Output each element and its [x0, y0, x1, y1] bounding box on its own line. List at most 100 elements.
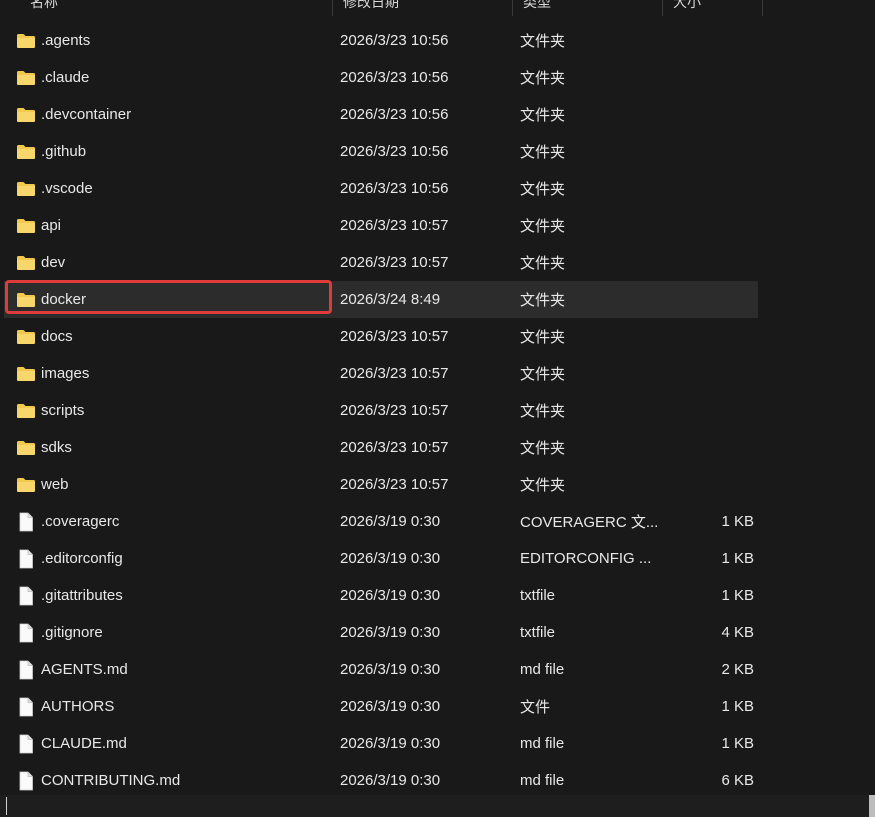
folder-row[interactable]: docker 2026/3/24 8:49 文件夹 — [4, 281, 758, 318]
row-type: 文件夹 — [520, 403, 566, 420]
row-date: 2026/3/23 10:57 — [340, 476, 449, 493]
file-icon — [16, 734, 36, 754]
row-type: 文件夹 — [520, 218, 566, 235]
folder-row[interactable]: web 2026/3/23 10:57 文件夹 — [4, 466, 758, 503]
folder-icon — [16, 327, 36, 347]
row-date: 2026/3/19 0:30 — [340, 550, 441, 567]
folder-row[interactable]: .vscode 2026/3/23 10:56 文件夹 — [4, 170, 758, 207]
row-name: .claude — [41, 69, 90, 86]
file-row[interactable]: AUTHORS 2026/3/19 0:30 文件 1 KB — [4, 688, 758, 725]
column-header-type[interactable]: 类型 — [513, 0, 663, 16]
row-type: 文件夹 — [520, 477, 566, 494]
row-date: 2026/3/19 0:30 — [340, 513, 441, 530]
file-row[interactable]: .coveragerc 2026/3/19 0:30 COVERAGERC 文...… — [4, 503, 758, 540]
horizontal-scrollbar[interactable] — [0, 795, 875, 817]
row-name-cell: .claude — [4, 68, 336, 88]
row-date: 2026/3/23 10:57 — [340, 402, 449, 419]
file-icon — [16, 771, 36, 791]
row-date: 2026/3/19 0:30 — [340, 624, 441, 641]
row-date: 2026/3/23 10:56 — [340, 106, 449, 123]
row-name: .gitignore — [41, 624, 103, 641]
row-date: 2026/3/23 10:57 — [340, 439, 449, 456]
file-explorer-pane: 名称 修改日期 类型 大小 .agents 2026/3/23 10:56 文件夹.… — [0, 0, 875, 817]
row-name: .coveragerc — [41, 513, 120, 530]
file-row[interactable]: .editorconfig 2026/3/19 0:30 EDITORCONFIG … — [4, 540, 758, 577]
file-row[interactable]: CLAUDE.md 2026/3/19 0:30 md file 1 KB — [4, 725, 758, 762]
row-name-cell: api — [4, 216, 336, 236]
folder-row[interactable]: sdks 2026/3/23 10:57 文件夹 — [4, 429, 758, 466]
file-row[interactable]: .gitattributes 2026/3/19 0:30 txtfile 1 KB — [4, 577, 758, 614]
file-row[interactable]: CONTRIBUTING.md 2026/3/19 0:30 md file 6 KB — [4, 762, 758, 799]
row-name: .vscode — [41, 180, 93, 197]
row-name: .devcontainer — [41, 106, 132, 123]
row-date: 2026/3/23 10:57 — [340, 365, 449, 382]
row-date: 2026/3/19 0:30 — [340, 661, 441, 678]
folder-row[interactable]: .devcontainer 2026/3/23 10:56 文件夹 — [4, 96, 758, 133]
row-date: 2026/3/23 10:56 — [340, 69, 449, 86]
row-name-cell: dev — [4, 253, 336, 273]
folder-icon — [16, 142, 36, 162]
row-date: 2026/3/23 10:57 — [340, 217, 449, 234]
row-name: .github — [41, 143, 87, 160]
row-name-cell: .github — [4, 142, 336, 162]
row-type: 文件夹 — [520, 33, 566, 50]
row-name-cell: .coveragerc — [4, 512, 336, 532]
folder-row[interactable]: .github 2026/3/23 10:56 文件夹 — [4, 133, 758, 170]
row-name: scripts — [41, 402, 85, 419]
file-icon — [16, 623, 36, 643]
folder-row[interactable]: api 2026/3/23 10:57 文件夹 — [4, 207, 758, 244]
column-header: 名称 修改日期 类型 大小 — [0, 0, 765, 16]
row-name-cell: docker — [4, 290, 336, 310]
row-name: api — [41, 217, 62, 234]
column-header-date[interactable]: 修改日期 — [333, 0, 513, 16]
row-name-cell: sdks — [4, 438, 336, 458]
row-date: 2026/3/19 0:30 — [340, 698, 441, 715]
row-size: 1 KB — [721, 550, 754, 567]
scrollbar-edge — [6, 797, 7, 815]
row-date: 2026/3/19 0:30 — [340, 735, 441, 752]
row-type: 文件夹 — [520, 329, 566, 346]
row-name: AUTHORS — [41, 698, 115, 715]
row-type: 文件夹 — [520, 181, 566, 198]
row-type: 文件 — [520, 699, 551, 716]
folder-icon — [16, 475, 36, 495]
folder-icon — [16, 216, 36, 236]
row-size: 6 KB — [721, 772, 754, 789]
row-name-cell: .devcontainer — [4, 105, 336, 125]
row-name-cell: .agents — [4, 31, 336, 51]
file-icon — [16, 512, 36, 532]
folder-icon — [16, 105, 36, 125]
row-date: 2026/3/23 10:57 — [340, 328, 449, 345]
column-header-size[interactable]: 大小 — [663, 0, 763, 16]
row-type: txtfile — [520, 587, 556, 604]
file-row[interactable]: AGENTS.md 2026/3/19 0:30 md file 2 KB — [4, 651, 758, 688]
vertical-scrollbar-thumb[interactable] — [869, 795, 875, 817]
file-icon — [16, 549, 36, 569]
folder-row[interactable]: dev 2026/3/23 10:57 文件夹 — [4, 244, 758, 281]
folder-row[interactable]: images 2026/3/23 10:57 文件夹 — [4, 355, 758, 392]
row-name: docs — [41, 328, 73, 345]
row-type: md file — [520, 735, 565, 752]
folder-row[interactable]: .claude 2026/3/23 10:56 文件夹 — [4, 59, 758, 96]
row-name: images — [41, 365, 90, 382]
row-name-cell: web — [4, 475, 336, 495]
column-header-name[interactable]: 名称 — [0, 0, 333, 16]
file-row[interactable]: .gitignore 2026/3/19 0:30 txtfile 4 KB — [4, 614, 758, 651]
row-date: 2026/3/23 10:56 — [340, 180, 449, 197]
row-size: 2 KB — [721, 661, 754, 678]
folder-row[interactable]: .agents 2026/3/23 10:56 文件夹 — [4, 22, 758, 59]
row-name: dev — [41, 254, 66, 271]
row-type: txtfile — [520, 624, 556, 641]
row-name: web — [41, 476, 69, 493]
row-name-cell: images — [4, 364, 336, 384]
folder-row[interactable]: scripts 2026/3/23 10:57 文件夹 — [4, 392, 758, 429]
row-type: md file — [520, 772, 565, 789]
row-name: sdks — [41, 439, 72, 456]
folder-row[interactable]: docs 2026/3/23 10:57 文件夹 — [4, 318, 758, 355]
file-list: .agents 2026/3/23 10:56 文件夹 .claude 2026/3/2… — [4, 22, 758, 799]
row-date: 2026/3/24 8:49 — [340, 291, 441, 308]
row-type: 文件夹 — [520, 440, 566, 457]
row-name-cell: .gitattributes — [4, 586, 336, 606]
row-size: 1 KB — [721, 735, 754, 752]
row-date: 2026/3/19 0:30 — [340, 587, 441, 604]
